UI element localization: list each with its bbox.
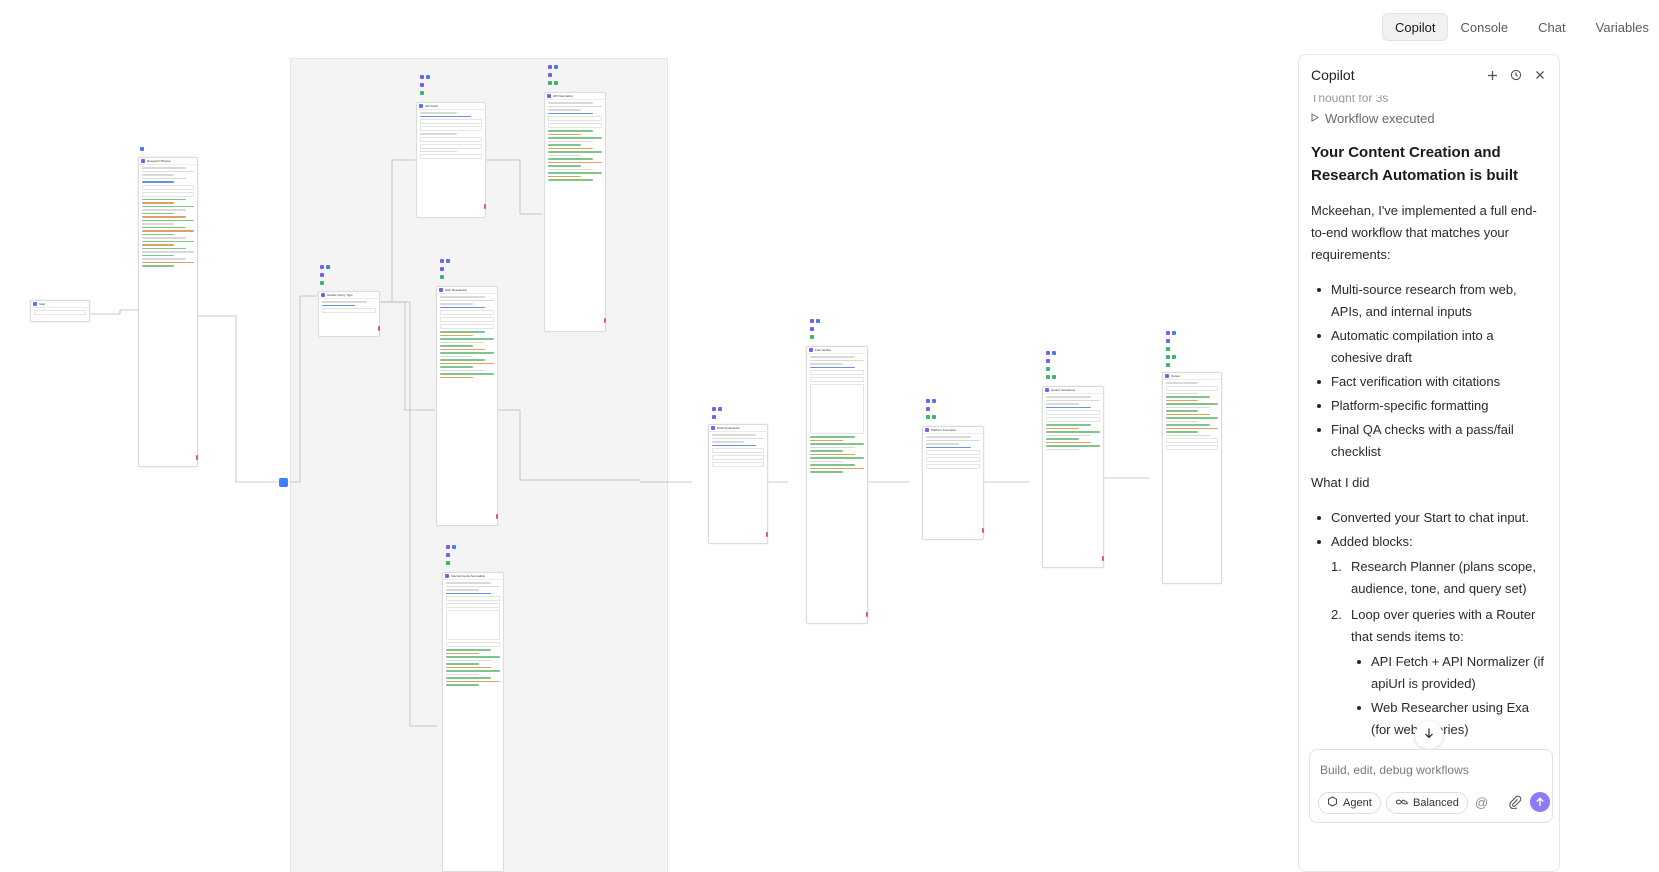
node-title: API Fetch: [425, 104, 439, 108]
speed-label: Balanced: [1413, 797, 1459, 809]
node-handle-query-type[interactable]: Handle Query Type: [318, 291, 380, 337]
agent-icon: [141, 159, 145, 163]
tab-console[interactable]: Console: [1448, 13, 1520, 41]
node-api-fetch[interactable]: API Fetch: [416, 102, 486, 218]
node-start[interactable]: Start: [30, 300, 90, 322]
node-web-researcher[interactable]: Web Researcher: [436, 286, 498, 526]
list-item: Fact verification with citations: [1311, 371, 1547, 393]
list-item: Added blocks:: [1311, 531, 1547, 553]
list-item: Automatic compilation into a cohesive dr…: [1311, 325, 1547, 369]
message-heading: Your Content Creation and Research Autom…: [1311, 144, 1518, 184]
thought-duration: Thought for 3s: [1311, 95, 1389, 103]
copilot-card: Copilot Thought for 3s Workflow executed…: [1298, 54, 1560, 872]
node-output[interactable]: Output: [1162, 372, 1222, 584]
web-researcher-tags: [440, 258, 450, 280]
did-list: Converted your Start to chat input. Adde…: [1311, 507, 1547, 553]
router-targets-list: API Fetch + API Normalizer (if apiUrl is…: [1351, 651, 1547, 741]
list-item: API Fetch + API Normalizer (if apiUrl is…: [1351, 651, 1547, 695]
mode-selector[interactable]: Agent: [1318, 792, 1381, 814]
router-icon: [321, 293, 325, 297]
what-i-did-heading: What I did: [1311, 475, 1370, 490]
workflow-canvas[interactable]: Start · Research Planner Handle Query Ty…: [0, 0, 1380, 872]
history-icon[interactable]: [1509, 68, 1523, 82]
api-fetch-tags: [420, 74, 430, 96]
node-fact-verifier[interactable]: Fact Verifier: [806, 346, 868, 624]
node-title: Quality Assurance: [1051, 388, 1076, 392]
agent-icon: [439, 288, 443, 292]
output-icon: [1165, 374, 1169, 378]
arrow-down-icon: [1423, 726, 1435, 744]
node-title: Draft Synthesizer: [717, 426, 741, 430]
arrow-up-icon: [1536, 797, 1544, 806]
list-item: Web Researcher using Exa (for web querie…: [1351, 697, 1547, 741]
node-title: API Normalizer: [553, 94, 574, 98]
infinity-icon: [1395, 797, 1408, 809]
qa-tags: [1046, 350, 1056, 380]
feature-list: Multi-source research from web, APIs, an…: [1311, 279, 1547, 463]
tab-variables[interactable]: Variables: [1584, 13, 1659, 41]
tab-copilot[interactable]: Copilot: [1382, 13, 1449, 41]
agent-icon: [925, 428, 929, 432]
new-chat-icon[interactable]: [1485, 68, 1499, 82]
right-panel: Copilot Console Chat Variables Copilot T…: [1298, 0, 1659, 872]
verifier-tags: [810, 318, 820, 340]
workflow-executed-label: Workflow executed: [1325, 111, 1435, 126]
node-draft-synthesizer[interactable]: Draft Synthesizer: [708, 424, 768, 544]
normalizer-tags: [548, 64, 558, 86]
tab-chat[interactable]: Chat: [1520, 13, 1583, 41]
node-title: Research Planner: [147, 159, 172, 163]
copilot-input[interactable]: [1320, 761, 1540, 779]
play-icon: [1311, 112, 1319, 125]
node-title: Output: [1171, 374, 1181, 378]
loop-router-node[interactable]: [279, 478, 288, 487]
mention-button[interactable]: @: [1475, 795, 1488, 810]
node-api-normalizer[interactable]: API Normalizer: [544, 92, 606, 332]
node-title: Web Researcher: [445, 288, 468, 292]
node-research-planner[interactable]: Research Planner: [138, 157, 198, 467]
agent-mode-icon: [1327, 796, 1338, 810]
router-tags: [320, 264, 330, 286]
copilot-title: Copilot: [1311, 67, 1355, 83]
copilot-header: Copilot: [1299, 55, 1559, 95]
list-item: Multi-source research from web, APIs, an…: [1311, 279, 1547, 323]
list-item: Final QA checks with a pass/fail checkli…: [1311, 419, 1547, 463]
agent-icon: [711, 426, 715, 430]
api-icon: [419, 104, 423, 108]
blocks-list: 1. Research Planner (plans scope, audienc…: [1331, 556, 1547, 741]
start-icon: [33, 302, 37, 306]
send-button[interactable]: [1530, 792, 1550, 812]
node-internal-inputs[interactable]: Internal Inputs Normalizer: [442, 572, 504, 872]
agent-icon: [809, 348, 813, 352]
panel-tabs: Copilot Console Chat Variables: [1312, 11, 1659, 43]
message-intro: Mckeehan, I've implemented a full end-to…: [1311, 203, 1537, 262]
draft-tags: [712, 406, 722, 420]
node-platform-formatter[interactable]: Platform Formatter: [922, 426, 984, 540]
copilot-input-area: Agent Balanced @: [1309, 749, 1553, 869]
node-quality-assurance[interactable]: Quality Assurance: [1042, 386, 1104, 568]
copilot-messages[interactable]: Thought for 3s Workflow executed Your Co…: [1299, 95, 1559, 755]
node-title: Start: [39, 302, 46, 306]
formatter-tags: [926, 398, 936, 420]
node-title: Platform Formatter: [931, 428, 957, 432]
speed-selector[interactable]: Balanced: [1386, 792, 1468, 814]
paperclip-icon[interactable]: [1508, 795, 1522, 810]
node-title: Fact Verifier: [815, 348, 832, 352]
list-item: 2. Loop over queries with a Router that s…: [1331, 604, 1547, 741]
workflow-executed-status[interactable]: Workflow executed: [1311, 111, 1547, 126]
node-title: Handle Query Type: [327, 293, 353, 297]
agent-icon: [1045, 388, 1049, 392]
list-item: 1. Research Planner (plans scope, audienc…: [1331, 559, 1536, 596]
list-item: Platform-specific formatting: [1311, 395, 1547, 417]
internal-tags: [446, 544, 456, 566]
node-title: Internal Inputs Normalizer: [451, 574, 486, 578]
close-icon[interactable]: [1533, 68, 1547, 82]
scroll-to-bottom-button[interactable]: [1415, 721, 1443, 749]
agent-icon: [547, 94, 551, 98]
agent-icon: [445, 574, 449, 578]
planner-tags: ·: [140, 146, 147, 152]
output-tags: [1166, 330, 1176, 368]
mode-label: Agent: [1343, 797, 1372, 809]
list-item: Converted your Start to chat input.: [1311, 507, 1547, 529]
